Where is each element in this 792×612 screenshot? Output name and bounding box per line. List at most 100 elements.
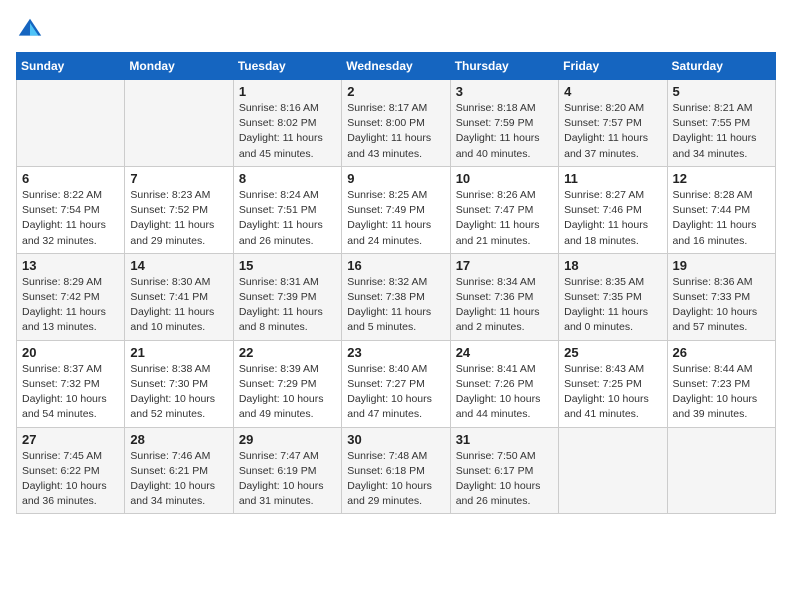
day-detail: Sunrise: 8:44 AM Sunset: 7:23 PM Dayligh… xyxy=(673,362,770,423)
calendar-week-row: 13 Sunrise: 8:29 AM Sunset: 7:42 PM Dayli… xyxy=(17,253,776,340)
day-detail: Sunrise: 8:22 AM Sunset: 7:54 PM Dayligh… xyxy=(22,188,119,249)
day-detail: Sunrise: 8:40 AM Sunset: 7:27 PM Dayligh… xyxy=(347,362,444,423)
day-detail: Sunrise: 8:23 AM Sunset: 7:52 PM Dayligh… xyxy=(130,188,227,249)
day-number: 3 xyxy=(456,84,553,99)
day-number: 27 xyxy=(22,432,119,447)
day-number: 1 xyxy=(239,84,336,99)
calendar-cell: 7Sunrise: 8:23 AM Sunset: 7:52 PM Daylig… xyxy=(125,166,233,253)
weekday-header: Wednesday xyxy=(342,53,450,80)
calendar-body: 1 Sunrise: 8:16 AM Sunset: 8:02 PM Daylig… xyxy=(17,80,776,514)
day-number: 30 xyxy=(347,432,444,447)
weekday-header: Saturday xyxy=(667,53,775,80)
calendar-week-row: 1 Sunrise: 8:16 AM Sunset: 8:02 PM Daylig… xyxy=(17,80,776,167)
calendar-cell: 28 Sunrise: 7:46 AM Sunset: 6:21 PM Dayli… xyxy=(125,427,233,514)
day-detail: Sunrise: 8:20 AM Sunset: 7:57 PM Dayligh… xyxy=(564,101,661,162)
weekday-header: Sunday xyxy=(17,53,125,80)
calendar-week-row: 20 Sunrise: 8:37 AM Sunset: 7:32 PM Dayli… xyxy=(17,340,776,427)
calendar-cell: 19 Sunrise: 8:36 AM Sunset: 7:33 PM Dayli… xyxy=(667,253,775,340)
day-number: 26 xyxy=(673,345,770,360)
calendar-cell: 6 Sunrise: 8:22 AM Sunset: 7:54 PM Daylig… xyxy=(17,166,125,253)
calendar-cell: 2 Sunrise: 8:17 AM Sunset: 8:00 PM Daylig… xyxy=(342,80,450,167)
calendar-cell xyxy=(17,80,125,167)
calendar-cell xyxy=(559,427,667,514)
day-detail: Sunrise: 8:37 AM Sunset: 7:32 PM Dayligh… xyxy=(22,362,119,423)
day-number: 23 xyxy=(347,345,444,360)
calendar-cell: 8 Sunrise: 8:24 AM Sunset: 7:51 PM Daylig… xyxy=(233,166,341,253)
day-number: 22 xyxy=(239,345,336,360)
weekday-header: Tuesday xyxy=(233,53,341,80)
day-detail: Sunrise: 8:32 AM Sunset: 7:38 PM Dayligh… xyxy=(347,275,444,336)
day-detail: Sunrise: 8:31 AM Sunset: 7:39 PM Dayligh… xyxy=(239,275,336,336)
day-number: 17 xyxy=(456,258,553,273)
calendar-cell: 31 Sunrise: 7:50 AM Sunset: 6:17 PM Dayli… xyxy=(450,427,558,514)
day-detail: Sunrise: 8:18 AM Sunset: 7:59 PM Dayligh… xyxy=(456,101,553,162)
calendar-cell xyxy=(125,80,233,167)
day-detail: Sunrise: 8:39 AM Sunset: 7:29 PM Dayligh… xyxy=(239,362,336,423)
calendar-cell: 29 Sunrise: 7:47 AM Sunset: 6:19 PM Dayli… xyxy=(233,427,341,514)
weekday-header: Monday xyxy=(125,53,233,80)
day-number: 24 xyxy=(456,345,553,360)
calendar-cell: 18Sunrise: 8:35 AM Sunset: 7:35 PM Dayli… xyxy=(559,253,667,340)
calendar-cell xyxy=(667,427,775,514)
day-detail: Sunrise: 7:50 AM Sunset: 6:17 PM Dayligh… xyxy=(456,449,553,510)
logo-icon xyxy=(16,16,44,44)
calendar-cell: 16 Sunrise: 8:32 AM Sunset: 7:38 PM Dayli… xyxy=(342,253,450,340)
weekday-header: Friday xyxy=(559,53,667,80)
calendar-cell: 9Sunrise: 8:25 AM Sunset: 7:49 PM Daylig… xyxy=(342,166,450,253)
day-number: 15 xyxy=(239,258,336,273)
day-detail: Sunrise: 8:27 AM Sunset: 7:46 PM Dayligh… xyxy=(564,188,661,249)
day-detail: Sunrise: 8:38 AM Sunset: 7:30 PM Dayligh… xyxy=(130,362,227,423)
day-detail: Sunrise: 8:36 AM Sunset: 7:33 PM Dayligh… xyxy=(673,275,770,336)
calendar-cell: 23 Sunrise: 8:40 AM Sunset: 7:27 PM Dayli… xyxy=(342,340,450,427)
calendar-week-row: 6 Sunrise: 8:22 AM Sunset: 7:54 PM Daylig… xyxy=(17,166,776,253)
day-number: 13 xyxy=(22,258,119,273)
day-number: 5 xyxy=(673,84,770,99)
calendar-cell: 15 Sunrise: 8:31 AM Sunset: 7:39 PM Dayli… xyxy=(233,253,341,340)
day-number: 8 xyxy=(239,171,336,186)
day-number: 14 xyxy=(130,258,227,273)
day-number: 16 xyxy=(347,258,444,273)
calendar-week-row: 27 Sunrise: 7:45 AM Sunset: 6:22 PM Dayli… xyxy=(17,427,776,514)
calendar-header: SundayMondayTuesdayWednesdayThursdayFrid… xyxy=(17,53,776,80)
day-number: 21 xyxy=(130,345,227,360)
day-number: 19 xyxy=(673,258,770,273)
day-number: 11 xyxy=(564,171,661,186)
day-detail: Sunrise: 8:17 AM Sunset: 8:00 PM Dayligh… xyxy=(347,101,444,162)
day-detail: Sunrise: 8:24 AM Sunset: 7:51 PM Dayligh… xyxy=(239,188,336,249)
calendar-cell: 1 Sunrise: 8:16 AM Sunset: 8:02 PM Daylig… xyxy=(233,80,341,167)
calendar-cell: 11 Sunrise: 8:27 AM Sunset: 7:46 PM Dayli… xyxy=(559,166,667,253)
day-detail: Sunrise: 8:30 AM Sunset: 7:41 PM Dayligh… xyxy=(130,275,227,336)
day-number: 10 xyxy=(456,171,553,186)
day-number: 2 xyxy=(347,84,444,99)
calendar-cell: 17 Sunrise: 8:34 AM Sunset: 7:36 PM Dayli… xyxy=(450,253,558,340)
calendar-cell: 27 Sunrise: 7:45 AM Sunset: 6:22 PM Dayli… xyxy=(17,427,125,514)
day-detail: Sunrise: 7:47 AM Sunset: 6:19 PM Dayligh… xyxy=(239,449,336,510)
day-detail: Sunrise: 7:48 AM Sunset: 6:18 PM Dayligh… xyxy=(347,449,444,510)
calendar-cell: 24Sunrise: 8:41 AM Sunset: 7:26 PM Dayli… xyxy=(450,340,558,427)
day-detail: Sunrise: 8:29 AM Sunset: 7:42 PM Dayligh… xyxy=(22,275,119,336)
day-number: 18 xyxy=(564,258,661,273)
logo xyxy=(16,16,48,44)
day-detail: Sunrise: 8:26 AM Sunset: 7:47 PM Dayligh… xyxy=(456,188,553,249)
calendar-cell: 20 Sunrise: 8:37 AM Sunset: 7:32 PM Dayli… xyxy=(17,340,125,427)
calendar-cell: 25Sunrise: 8:43 AM Sunset: 7:25 PM Dayli… xyxy=(559,340,667,427)
day-number: 28 xyxy=(130,432,227,447)
day-number: 12 xyxy=(673,171,770,186)
calendar-cell: 10 Sunrise: 8:26 AM Sunset: 7:47 PM Dayli… xyxy=(450,166,558,253)
day-detail: Sunrise: 7:46 AM Sunset: 6:21 PM Dayligh… xyxy=(130,449,227,510)
day-number: 4 xyxy=(564,84,661,99)
day-number: 6 xyxy=(22,171,119,186)
day-number: 31 xyxy=(456,432,553,447)
calendar-cell: 22 Sunrise: 8:39 AM Sunset: 7:29 PM Dayli… xyxy=(233,340,341,427)
day-detail: Sunrise: 8:28 AM Sunset: 7:44 PM Dayligh… xyxy=(673,188,770,249)
calendar-cell: 14 Sunrise: 8:30 AM Sunset: 7:41 PM Dayli… xyxy=(125,253,233,340)
day-number: 29 xyxy=(239,432,336,447)
header xyxy=(16,16,776,44)
day-detail: Sunrise: 8:21 AM Sunset: 7:55 PM Dayligh… xyxy=(673,101,770,162)
day-detail: Sunrise: 8:34 AM Sunset: 7:36 PM Dayligh… xyxy=(456,275,553,336)
day-detail: Sunrise: 8:25 AM Sunset: 7:49 PM Dayligh… xyxy=(347,188,444,249)
weekday-header: Thursday xyxy=(450,53,558,80)
day-detail: Sunrise: 8:16 AM Sunset: 8:02 PM Dayligh… xyxy=(239,101,336,162)
day-number: 20 xyxy=(22,345,119,360)
day-detail: Sunrise: 7:45 AM Sunset: 6:22 PM Dayligh… xyxy=(22,449,119,510)
